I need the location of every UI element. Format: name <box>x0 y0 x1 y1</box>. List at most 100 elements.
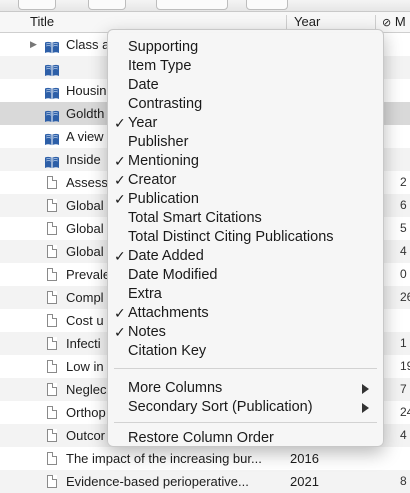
third-column-label: M <box>394 14 406 29</box>
document-icon <box>47 268 57 281</box>
item-extra-value: 4 <box>400 428 407 442</box>
document-icon <box>47 199 57 212</box>
document-icon <box>47 452 57 465</box>
item-title: The impact of the increasing bur... <box>66 451 262 466</box>
item-title: Evidence-based perioperative... <box>66 474 249 489</box>
checkmark-icon: ✓ <box>114 191 126 207</box>
document-icon <box>47 383 57 396</box>
column-divider[interactable] <box>286 15 287 29</box>
item-extra-value: 8 <box>400 474 407 488</box>
menu-item-attachments[interactable]: ✓ Attachments <box>108 304 383 323</box>
menu-item-label: Total Smart Citations <box>128 210 262 226</box>
item-extra-value: 1 <box>400 336 407 350</box>
checkmark-icon: ✓ <box>114 305 126 321</box>
checkmark-icon: ✓ <box>114 172 126 188</box>
menu-item-label: Mentioning <box>128 153 199 169</box>
checkmark-icon: ✓ <box>114 248 126 264</box>
menu-item-label: More Columns <box>128 380 223 396</box>
menu-separator <box>114 422 377 423</box>
book-icon <box>44 84 60 100</box>
table-row[interactable]: Evidence-based perioperative... 2021 8 <box>0 470 410 493</box>
book-icon <box>44 153 60 169</box>
menu-item-citation-key[interactable]: Citation Key <box>108 342 383 361</box>
item-extra-value: 5 <box>400 221 407 235</box>
restore-column-order-item[interactable]: Restore Column Order <box>108 429 383 448</box>
disclosure-triangle-icon[interactable]: ▶ <box>30 33 37 56</box>
menu-item-label: Publication <box>128 191 199 207</box>
document-icon <box>47 406 57 419</box>
document-icon <box>47 176 57 189</box>
item-extra-value: 6 <box>400 198 407 212</box>
menu-item-label: Secondary Sort (Publication) <box>128 399 313 415</box>
toolbar-button[interactable] <box>156 0 228 10</box>
item-year: 2016 <box>290 451 319 466</box>
document-icon <box>47 291 57 304</box>
item-extra-value: 4 <box>400 244 407 258</box>
item-extra-value: 19 <box>400 359 410 373</box>
toolbar-button[interactable] <box>246 0 288 10</box>
document-icon <box>47 360 57 373</box>
menu-item-supporting[interactable]: Supporting <box>108 38 383 57</box>
menu-item-label: Date <box>128 77 159 93</box>
document-icon <box>47 314 57 327</box>
title-column-header[interactable]: Title <box>30 12 54 32</box>
menu-item-label: Item Type <box>128 58 192 74</box>
menu-item-label: Creator <box>128 172 177 188</box>
menu-item-mentioning[interactable]: ✓ Mentioning <box>108 152 383 171</box>
menu-item-date[interactable]: Date <box>108 76 383 95</box>
menu-item-extra[interactable]: Extra <box>108 285 383 304</box>
item-year: 2021 <box>290 474 319 489</box>
book-icon <box>44 38 60 54</box>
menu-item-label: Date Modified <box>128 267 218 283</box>
book-icon <box>44 61 60 77</box>
menu-item-label: Publisher <box>128 134 189 150</box>
menu-separator <box>114 368 377 369</box>
checkmark-icon: ✓ <box>114 115 126 131</box>
menu-item-total-distinct-citing-publications[interactable]: Total Distinct Citing Publications <box>108 228 383 247</box>
toolbar-button[interactable] <box>18 0 56 10</box>
column-picker-menu: Supporting Item Type Date Contrasting ✓ Year P… <box>107 29 384 447</box>
submenu-more-columns[interactable]: More Columns <box>108 379 383 398</box>
submenu-arrow-icon <box>362 384 369 394</box>
third-column-header[interactable]: ⊘ M <box>382 12 406 32</box>
toolbar-button[interactable] <box>88 0 126 10</box>
checkmark-icon: ✓ <box>114 153 126 169</box>
menu-item-label: Extra <box>128 286 162 302</box>
book-icon <box>44 107 60 123</box>
menu-item-label: Contrasting <box>128 96 203 112</box>
item-extra-value: 2 <box>400 175 407 189</box>
menu-item-label: Citation Key <box>128 343 207 359</box>
menu-item-label: Restore Column Order <box>128 430 274 446</box>
menu-item-label: Total Distinct Citing Publications <box>128 229 334 245</box>
menu-item-total-smart-citations[interactable]: Total Smart Citations <box>108 209 383 228</box>
table-row[interactable]: The impact of the increasing bur... 2016 <box>0 447 410 470</box>
item-extra-value: 24 <box>400 405 410 419</box>
toolbar <box>0 0 410 12</box>
document-icon <box>47 429 57 442</box>
menu-item-creator[interactable]: ✓ Creator <box>108 171 383 190</box>
menu-item-item-type[interactable]: Item Type <box>108 57 383 76</box>
submenu-secondary-sort-publication[interactable]: Secondary Sort (Publication) <box>108 398 383 417</box>
menu-item-label: Year <box>128 115 158 131</box>
column-divider[interactable] <box>375 15 376 29</box>
document-icon <box>47 337 57 350</box>
menu-item-notes[interactable]: ✓ Notes <box>108 323 383 342</box>
document-icon <box>47 222 57 235</box>
menu-item-publisher[interactable]: Publisher <box>108 133 383 152</box>
book-icon <box>44 130 60 146</box>
item-extra-value: 0 <box>400 267 407 281</box>
menu-item-date-added[interactable]: ✓ Date Added <box>108 247 383 266</box>
item-extra-value: 26 <box>400 290 410 304</box>
menu-item-publication[interactable]: ✓ Publication <box>108 190 383 209</box>
menu-item-label: Date Added <box>128 248 204 264</box>
clock-icon: ⊘ <box>382 17 392 29</box>
menu-item-contrasting[interactable]: Contrasting <box>108 95 383 114</box>
menu-item-year[interactable]: ✓ Year <box>108 114 383 133</box>
item-extra-value: 7 <box>400 382 407 396</box>
submenu-arrow-icon <box>362 403 369 413</box>
document-icon <box>47 475 57 488</box>
menu-item-label: Attachments <box>128 305 209 321</box>
menu-item-label: Notes <box>128 324 166 340</box>
menu-item-date-modified[interactable]: Date Modified <box>108 266 383 285</box>
menu-item-label: Supporting <box>128 39 199 55</box>
